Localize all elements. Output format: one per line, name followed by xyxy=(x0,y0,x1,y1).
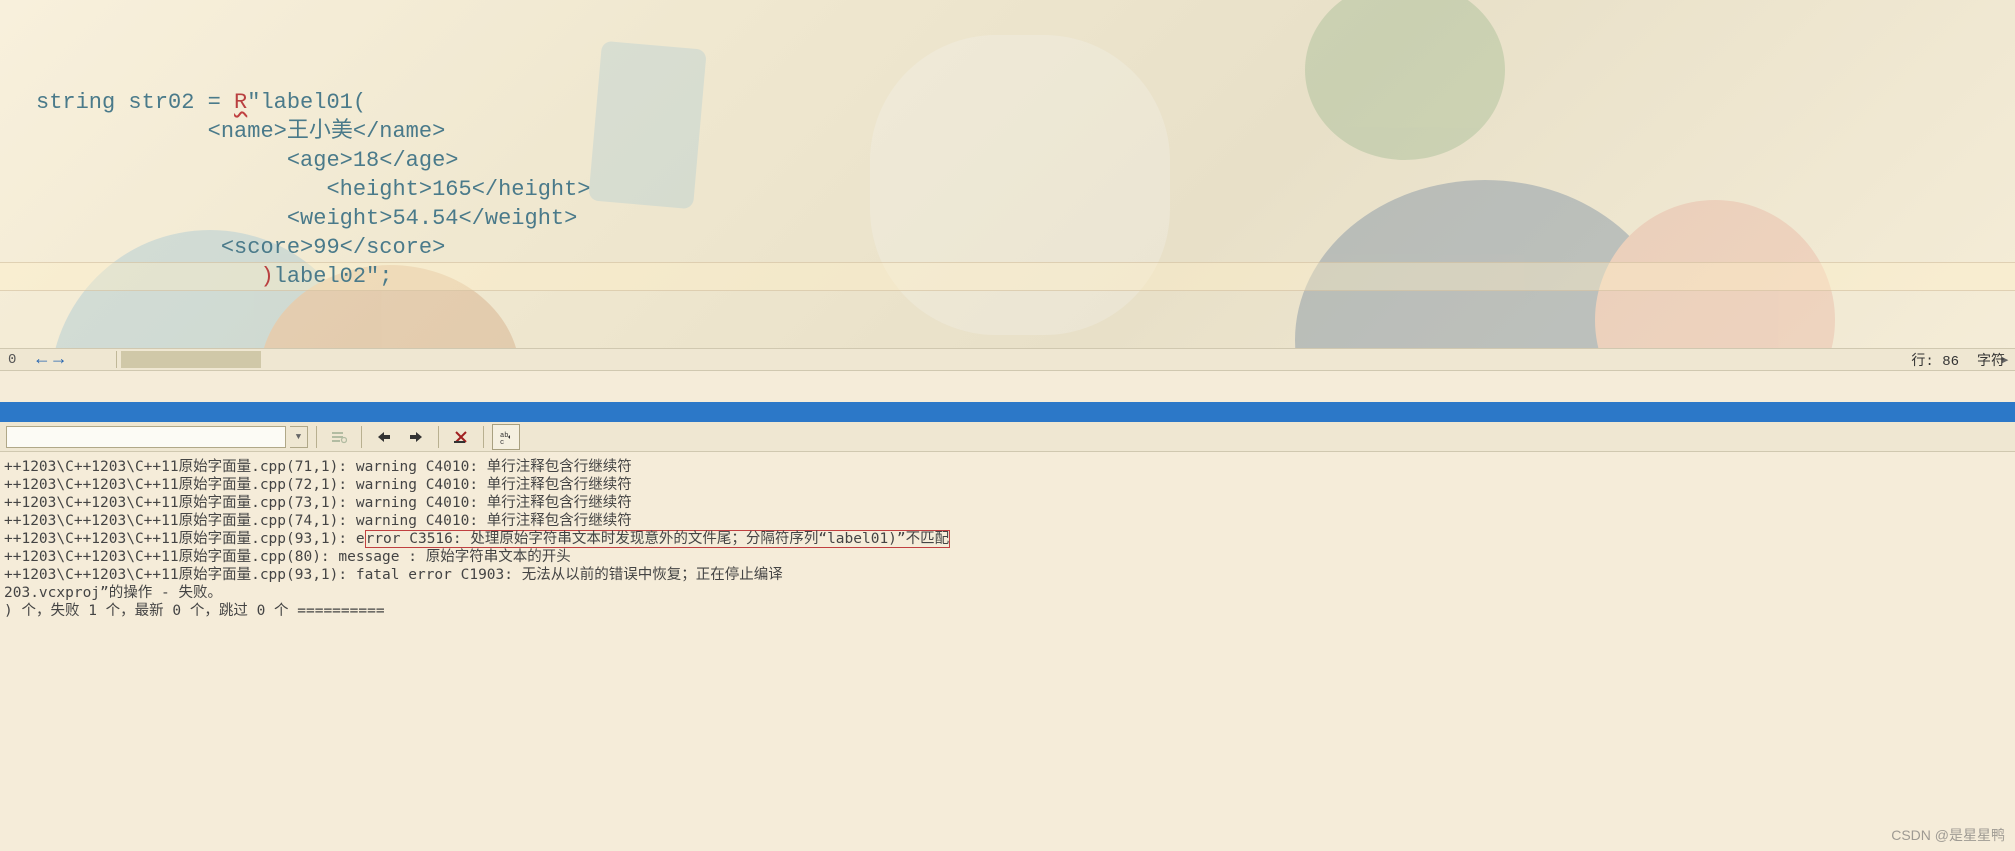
svg-text:c: c xyxy=(500,439,504,445)
output-line: ++1203\C++1203\C++11原始字面量.cpp(72,1): war… xyxy=(4,477,632,493)
output-filter-input[interactable] xyxy=(6,426,286,448)
scroll-origin-label: 0 xyxy=(0,352,24,368)
next-message-button[interactable] xyxy=(402,424,430,450)
prev-message-button[interactable] xyxy=(370,424,398,450)
watermark: CSDN @是星星鸭 xyxy=(1891,825,2005,845)
status-bar: 行: 86 字符 xyxy=(1911,350,2005,370)
output-line: ) 个，失败 1 个，最新 0 个，跳过 0 个 ========== xyxy=(4,603,385,619)
code-token: "label01( xyxy=(247,90,366,115)
xml-tag: <name> xyxy=(208,119,287,144)
toggle-wrap-button[interactable]: abc xyxy=(492,424,520,450)
toolbar-separator xyxy=(483,426,484,448)
error-squiggle: R xyxy=(234,90,247,115)
xml-tag: <height> xyxy=(326,177,432,202)
code-token: ) xyxy=(260,264,273,289)
char-status: 字符 xyxy=(1977,350,2005,370)
scrollbar-track[interactable]: ▶ xyxy=(116,351,2015,368)
code-token: label02"; xyxy=(274,264,393,289)
output-line: ++1203\C++1203\C++11原始字面量.cpp(71,1): war… xyxy=(4,459,632,475)
xml-text: 165 xyxy=(432,177,472,202)
output-toolbar: ▼ abc xyxy=(0,422,2015,452)
xml-tag: <weight> xyxy=(287,206,393,231)
panel-divider xyxy=(0,370,2015,402)
horizontal-scrollbar[interactable]: 0 ← → ▶ 行: 86 字符 xyxy=(0,348,2015,370)
output-line: ++1203\C++1203\C++11原始字面量.cpp(74,1): war… xyxy=(4,513,632,529)
xml-text: 18 xyxy=(353,148,379,173)
output-line: ++1203\C++1203\C++11原始字面量.cpp(73,1): war… xyxy=(4,495,632,511)
line-number-status: 行: 86 xyxy=(1911,350,1959,370)
nav-forward-icon[interactable]: → xyxy=(53,350,64,370)
nav-back-icon[interactable]: ← xyxy=(36,350,47,370)
xml-tag: <age> xyxy=(287,148,353,173)
xml-tag: </weight> xyxy=(458,206,577,231)
xml-text: 99 xyxy=(313,235,339,260)
toolbar-separator xyxy=(438,426,439,448)
output-line: ++1203\C++1203\C++11原始字面量.cpp(93,1): fat… xyxy=(4,567,783,583)
code-editor[interactable]: string str02 = R"label01( <name>王小美</nam… xyxy=(0,0,2015,370)
code-token: string str02 = xyxy=(36,90,234,115)
xml-tag: </score> xyxy=(340,235,446,260)
xml-text: 54.54 xyxy=(392,206,458,231)
clear-output-button[interactable] xyxy=(447,424,475,450)
dropdown-icon[interactable]: ▼ xyxy=(290,426,308,448)
xml-tag: </height> xyxy=(472,177,591,202)
output-line: 203.vcxproj”的操作 - 失败。 xyxy=(4,585,222,601)
xml-tag: </age> xyxy=(379,148,458,173)
xml-tag: <score> xyxy=(221,235,313,260)
output-panel-header[interactable] xyxy=(0,402,2015,422)
output-line: ++1203\C++1203\C++11原始字面量.cpp(80): messa… xyxy=(4,549,571,565)
xml-tag: </name> xyxy=(353,119,445,144)
build-output[interactable]: ++1203\C++1203\C++11原始字面量.cpp(71,1): war… xyxy=(0,452,2015,626)
xml-text: 王小美 xyxy=(287,119,353,144)
find-message-button[interactable] xyxy=(325,424,353,450)
scrollbar-thumb[interactable] xyxy=(121,351,261,368)
output-line: ++1203\C++1203\C++11原始字面量.cpp(93,1): e xyxy=(4,531,365,547)
toolbar-separator xyxy=(316,426,317,448)
error-highlight: rror C3516: 处理原始字符串文本时发现意外的文件尾；分隔符序列“lab… xyxy=(365,530,951,548)
toolbar-separator xyxy=(361,426,362,448)
code-content[interactable]: string str02 = R"label01( <name>王小美</nam… xyxy=(0,0,2015,370)
